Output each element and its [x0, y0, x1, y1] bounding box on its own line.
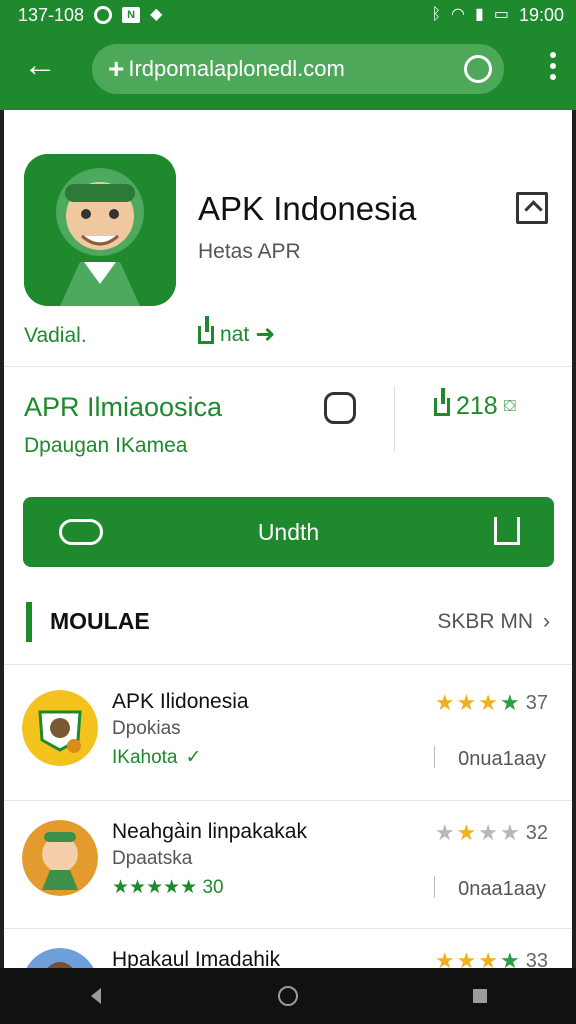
- star-icon: ★: [478, 820, 499, 845]
- share-label: nat: [220, 322, 250, 346]
- see-more-label: SKBR MN: [437, 610, 533, 633]
- star-icon: ★: [434, 948, 455, 968]
- app-avatar-icon: [24, 154, 176, 306]
- download-count-value: 218: [456, 392, 498, 420]
- download-button[interactable]: Undth: [23, 497, 554, 567]
- list-item-tag: IKahota ✓: [112, 746, 201, 769]
- arrow-icon: ➜: [255, 321, 276, 348]
- app-title: APK Indonesia: [198, 190, 417, 227]
- page-content: APK Indonesia Hetas APR Vadial. nat ➜ AP…: [4, 110, 572, 968]
- list-item[interactable]: Neahgàin linpakakak Dpaatska ★★★★★ 30 ★ …: [4, 800, 572, 928]
- rating-score: 37: [525, 691, 548, 714]
- star-icon: ★: [478, 690, 499, 715]
- list-item-meta: 0nua1aay: [458, 748, 546, 770]
- battery-icon: ▭: [493, 6, 509, 23]
- status-box-icon: N: [122, 7, 141, 23]
- url-text: Irdpomalaplonedl.com: [128, 56, 345, 81]
- info-subtitle: Dpaugan IKamea: [24, 434, 188, 457]
- star-icon: ★: [434, 690, 455, 715]
- verified-icon: ✓: [185, 747, 202, 768]
- star-icon: ★: [456, 690, 477, 715]
- back-triangle-icon[interactable]: [85, 985, 107, 1007]
- badge-icon: ⛋: [503, 397, 516, 415]
- star-icon: ★: [456, 820, 477, 845]
- app-developer: Hetas APR: [198, 240, 301, 263]
- recents-square-icon[interactable]: [469, 985, 491, 1007]
- menu-dot-icon: [550, 52, 556, 58]
- download-label: Undth: [257, 519, 320, 545]
- download-icon: [494, 517, 520, 545]
- list-item-icon: [22, 820, 98, 896]
- list-item-icon: [22, 948, 98, 968]
- address-bar[interactable]: + Irdpomalaplonedl.com: [92, 44, 504, 94]
- divider: [4, 664, 572, 665]
- share-button[interactable]: nat ➜: [198, 315, 276, 349]
- menu-dot-icon: [550, 74, 556, 80]
- info-separator: [394, 386, 395, 452]
- info-title: APR Ilmiaoosica: [24, 392, 223, 422]
- status-time-right: 19:00: [518, 4, 564, 25]
- list-item-meta: 0naa1aay: [458, 878, 546, 900]
- rating-score: 33: [525, 949, 548, 969]
- star-icon: ★: [500, 690, 520, 715]
- status-notification-icon: [94, 6, 113, 24]
- star-icon: ★: [434, 820, 455, 845]
- list-item-title: Neahgàin linpakakak: [112, 820, 307, 843]
- row-separator: [434, 746, 435, 768]
- row-separator: [434, 876, 435, 898]
- home-circle-icon[interactable]: [277, 985, 299, 1007]
- list-item-title: APK Ilidonesia: [112, 690, 249, 713]
- rating-score: 32: [525, 821, 548, 844]
- share-icon: [198, 315, 214, 344]
- list-item-title: Hpakaul Imadahik: [112, 948, 281, 968]
- section-accent: [26, 602, 32, 642]
- section-title: MOULAE: [50, 608, 150, 634]
- menu-dot-icon: [550, 63, 556, 69]
- back-button[interactable]: ←: [20, 46, 60, 86]
- list-item-tag-label: IKahota: [112, 746, 178, 768]
- app-avatar-icon: [22, 820, 98, 896]
- system-nav-bar: [0, 968, 576, 1024]
- section-header: MOULAE SKBR MN ›: [4, 598, 572, 646]
- overflow-menu-button[interactable]: [550, 52, 558, 80]
- list-item-subtitle: Dpokias: [112, 718, 181, 739]
- status-left: 137-108 N ◆: [18, 5, 162, 26]
- rating-icon[interactable]: [324, 392, 356, 424]
- app-icon: [24, 154, 176, 306]
- star-icon: ★: [500, 948, 520, 968]
- app-avatar-icon: [22, 690, 98, 766]
- bluetooth-icon: ᛒ: [431, 6, 442, 23]
- list-item[interactable]: APK Ilidonesia Dpokias IKahota ✓ ★ ★ ★ ★…: [4, 670, 572, 798]
- search-icon[interactable]: [464, 55, 492, 83]
- divider: [4, 366, 572, 367]
- see-more-link[interactable]: SKBR MN ›: [437, 610, 550, 634]
- bookmark-icon[interactable]: [516, 192, 548, 224]
- list-item-tag-label: ★★★★★ 30: [112, 877, 224, 898]
- list-item-icon: [22, 690, 98, 766]
- add-tab-icon[interactable]: +: [108, 53, 124, 85]
- star-icon: ★: [500, 820, 520, 845]
- download-count: 218 ⛋: [434, 387, 516, 421]
- status-time-left: 137-108: [18, 4, 85, 25]
- star-icon: ★: [456, 948, 477, 968]
- app-avatar-icon: [26, 948, 94, 968]
- status-right: ᛒ ◠ ▮ ▭ 19:00: [431, 5, 564, 26]
- star-rating: ★ ★ ★ ★ 33: [435, 948, 548, 968]
- wifi-icon: ◠: [451, 6, 466, 23]
- list-item[interactable]: Hpakaul Imadahik ★ ★ ★ ★ 33: [4, 928, 572, 968]
- status-diamond-icon: ◆: [150, 6, 163, 23]
- chevron-right-icon: ›: [543, 610, 550, 633]
- star-icon: ★: [478, 948, 499, 968]
- status-bar: 137-108 N ◆ ᛒ ◠ ▮ ▭ 19:00: [0, 0, 576, 30]
- upload-icon: [434, 387, 450, 416]
- star-rating: ★ ★ ★ ★ 37: [435, 690, 548, 716]
- verified-label: Vadial.: [24, 324, 87, 347]
- browser-app-bar: ← + Irdpomalaplonedl.com: [0, 30, 576, 110]
- signal-icon: ▮: [475, 6, 484, 23]
- star-rating: ★ ★ ★ ★ 32: [435, 820, 548, 846]
- list-item-tag: ★★★★★ 30: [112, 876, 224, 899]
- list-item-subtitle: Dpaatska: [112, 848, 193, 869]
